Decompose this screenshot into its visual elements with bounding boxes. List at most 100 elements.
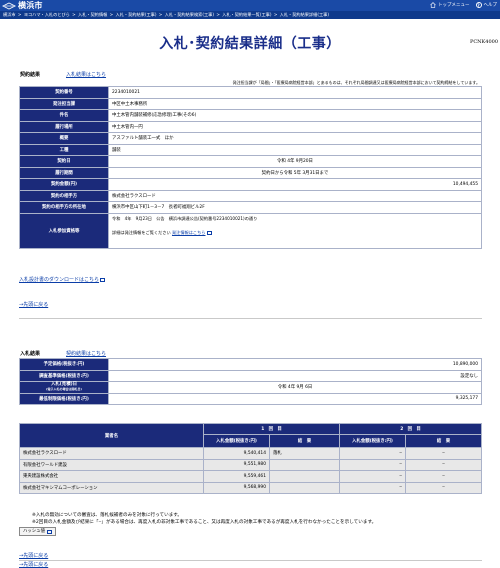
- breadcrumb-item[interactable]: 入札・契約結果検索(工事): [165, 12, 214, 17]
- table-row: 履行期間 契約日から令和 5年 3月31日まで: [19, 166, 482, 179]
- yokohama-logo-icon: [2, 1, 16, 10]
- table-row: 契約金額(円) 10,494,455: [19, 178, 482, 191]
- table-row: 件名 中土木管内舗装補修(応急修理)工事(その6): [19, 109, 482, 122]
- round2-result: ‒: [405, 470, 482, 483]
- bidder-header: 業者名: [19, 423, 204, 448]
- table-row: 株式会社マキシマムコーポレーション 9,568,990 ‒ ‒: [19, 481, 482, 494]
- breadcrumb-separator: >: [272, 12, 279, 17]
- round1-header: 1 回 目: [203, 422, 340, 436]
- bid-participant-detail: 詳細は発注情報をご覧ください 発注情報はこちら: [112, 230, 478, 236]
- round2-result-header: 結 果: [405, 434, 482, 448]
- round2-header: 2 回 目: [339, 422, 482, 436]
- bid-date-sublabel: (電子入札の場合は開札日): [46, 387, 82, 392]
- divider: [19, 318, 482, 319]
- breadcrumb-separator: >: [16, 12, 23, 17]
- round1-result: [269, 481, 340, 494]
- table-row: 契約日 令和 4年 9月20日: [19, 155, 482, 168]
- table-row: 株式会社ラクスロード 9,540,414 落札 ‒ ‒: [19, 447, 482, 460]
- row-label: 予定価格(税抜き:円): [19, 358, 109, 371]
- round2-amount: ‒: [339, 458, 406, 471]
- row-label: 入札参加資格等: [19, 212, 109, 249]
- round2-result: ‒: [405, 447, 482, 460]
- help-icon: ?: [475, 2, 482, 8]
- breadcrumb-item[interactable]: 入札・契約情報: [78, 12, 107, 17]
- row-label: 履行期間: [19, 166, 109, 179]
- breadcrumb-item[interactable]: 入札・契約結果(工事): [116, 12, 157, 17]
- back-to-top-link[interactable]: →先頭に戻る: [19, 301, 48, 308]
- bid-participant-cell: 令和 4年 9月23日 公告 横浜市調達公告(契約番号2234010021)の通…: [108, 212, 482, 249]
- breadcrumb-item[interactable]: 横浜市: [3, 12, 16, 17]
- breadcrumb-item[interactable]: ヨコハマ・入札のとびら: [24, 12, 70, 17]
- page-code: PCNK4000: [469, 39, 498, 45]
- round2-amount: ‒: [339, 470, 406, 483]
- hash-value-button[interactable]: ハッシュ値: [19, 527, 56, 536]
- bid-summary-table: 予定価格(税抜き:円) 10,890,000 調査基準価格(税抜き:円) 設定なし …: [19, 358, 482, 405]
- round1-amount: 9,551,980: [203, 458, 270, 471]
- contract-section-heading: 契約結果: [20, 72, 41, 78]
- top-menu-link[interactable]: トップメニュー: [430, 2, 470, 8]
- summary: アスファルト舗装工一式 ほか: [108, 132, 482, 145]
- row-label: 入札(見積)日 (電子入札の場合は開札日): [19, 381, 109, 394]
- bidder-name: 株式会社ラクスロード: [19, 447, 204, 460]
- contractor-address: 横浜市中区山下町1－3－7 長者町福翔ビル2F: [108, 201, 482, 214]
- ordering-department: 中区中土木事務所: [108, 97, 482, 110]
- breadcrumb-separator: >: [214, 12, 222, 17]
- footnote-invalid-bid: ※入札の無効についての審査は、落札候補者のみを対象に行っています。: [32, 513, 183, 518]
- work-location: 中土木管内一円: [108, 120, 482, 133]
- performance-period: 契約日から令和 5年 3月31日まで: [108, 166, 482, 179]
- site-header: 横浜市 トップメニュー ? ヘルプ: [0, 0, 500, 11]
- help-link[interactable]: ? ヘルプ: [475, 2, 498, 8]
- row-label: 工種: [19, 143, 109, 156]
- order-info-link[interactable]: 発注情報はこちら: [172, 230, 206, 235]
- row-label: 契約金額(円): [19, 178, 109, 191]
- bid-date-label: 入札(見積)日: [51, 381, 77, 387]
- external-window-icon: [100, 277, 106, 282]
- round1-amount-header: 入札金額(税抜き:円): [203, 434, 270, 448]
- round1-result-header: 結 果: [269, 434, 340, 448]
- contract-amount: 10,494,455: [108, 178, 482, 191]
- site-name: 横浜市: [18, 1, 43, 10]
- bid-result-link[interactable]: 入札結果はこちら: [66, 71, 106, 78]
- table-row: 契約の相手方 株式会社ラクスロード: [19, 189, 482, 202]
- contract-number: 2234010021: [108, 86, 482, 99]
- table-row: 調査基準価格(税抜き:円) 設定なし: [19, 369, 482, 382]
- design-download-link[interactable]: 入札設計書のダウンロードはこちら: [19, 276, 106, 283]
- help-label: ヘルプ: [483, 3, 498, 8]
- breadcrumb: 横浜市 > ヨコハマ・入札のとびら > 入札・契約情報 > 入札・契約結果(工事…: [0, 11, 500, 19]
- contract-date: 令和 4年 9月20日: [108, 155, 482, 168]
- page-title: 入札･契約結果詳細（工事）: [159, 36, 341, 52]
- site-logo[interactable]: 横浜市: [0, 0, 43, 11]
- table-row: 入札(見積)日 (電子入札の場合は開札日) 令和 4年 9月 6日: [19, 381, 482, 394]
- bid-section-heading: 入札結果: [20, 351, 41, 357]
- table-header-row: 業者名 1 回 目 2 回 目: [19, 422, 482, 448]
- breadcrumb-separator: >: [157, 12, 164, 17]
- table-row: 有限会社ワールド建設 9,551,980 ‒ ‒: [19, 458, 482, 471]
- hash-value-label: ハッシュ値: [23, 528, 45, 534]
- contract-detail-table: 契約番号 2234010021 発注担当課 中区中土木事務所 件名 中土木管内舗装補修…: [19, 86, 482, 249]
- table-row: 入札参加資格等 令和 4年 9月23日 公告 横浜市調達公告(契約番号22340…: [19, 212, 482, 249]
- table-row: 工種 舗装: [19, 143, 482, 156]
- breadcrumb-current: 入札・契約結果詳細(工事): [279, 12, 330, 17]
- contract-result-link[interactable]: 契約結果はこちら: [66, 350, 106, 357]
- bid-participant-detail-text: 詳細は発注情報をご覧ください: [112, 229, 171, 235]
- round1-amount: 9,568,990: [203, 481, 270, 494]
- planned-price: 10,890,000: [108, 358, 482, 371]
- breadcrumb-separator: >: [108, 12, 115, 17]
- bidder-name: 東央建設株式会社: [19, 470, 204, 483]
- bidder-name: 株式会社マキシマムコーポレーション: [19, 481, 204, 494]
- round1-result: 落札: [269, 447, 340, 460]
- back-to-top-link[interactable]: →先頭に戻る: [19, 552, 48, 559]
- bid-results-table: 業者名 1 回 目 2 回 目 入札金額(税抜き:円) 結 果 入札金額(税抜き…: [19, 422, 482, 494]
- breadcrumb-item[interactable]: 入札・契約結果一覧(工事): [222, 12, 271, 17]
- row-label: 契約の相手方: [19, 189, 109, 202]
- round2-amount: ‒: [339, 447, 406, 460]
- row-label: 件名: [19, 109, 109, 122]
- table-row: 予定価格(税抜き:円) 10,890,000: [19, 358, 482, 371]
- round1-amount: 9,559,461: [203, 470, 270, 483]
- back-to-top-link-bottom[interactable]: →先頭に戻る: [19, 561, 48, 568]
- row-label: 契約番号: [19, 86, 109, 99]
- table-row: 発注担当課 中区中土木事務所: [19, 97, 482, 110]
- external-window-icon: [206, 230, 212, 235]
- work-type: 舗装: [108, 143, 482, 156]
- design-download-label: 入札設計書のダウンロードはこちら: [19, 277, 100, 283]
